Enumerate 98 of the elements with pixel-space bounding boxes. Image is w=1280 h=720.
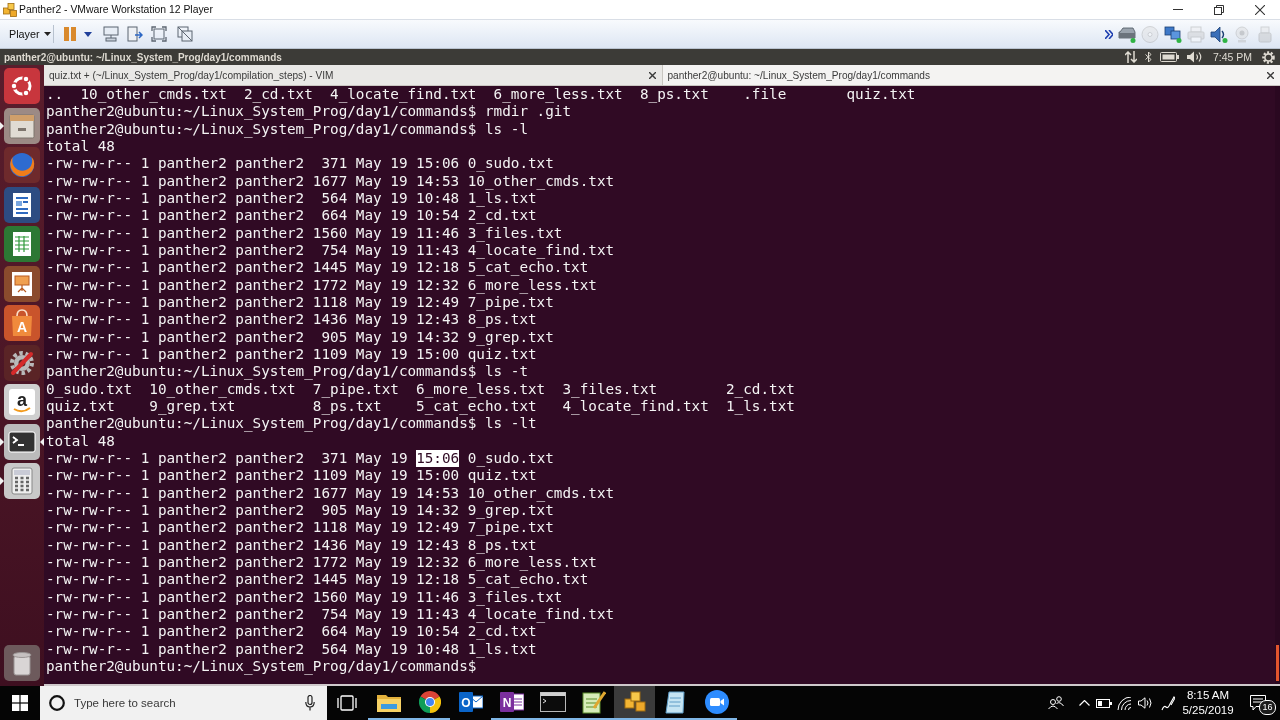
terminal-tab[interactable]: panther2@ubuntu: ~/Linux_System_Prog/day1/commands (661, 65, 1280, 85)
clock-time[interactable]: 8:15 AM (1186, 688, 1230, 703)
terminal-line: -rw-rw-r-- 1 panther2 panther2 905 May 19 14:32 9_grep.txt (46, 328, 554, 346)
tricolor-circle-icon[interactable] (418, 691, 441, 713)
terminal-line: -rw-rw-r-- 1 panther2 panther2 1560 May 19 11:46 3_files.txt (46, 588, 563, 606)
minimize-icon[interactable] (1172, 9, 1183, 10)
caret-icon[interactable] (84, 31, 92, 37)
drawer-icon[interactable] (4, 107, 40, 144)
people-icon[interactable] (1048, 696, 1064, 710)
speaker-icon[interactable] (1137, 697, 1153, 709)
terminal-line: -rw-rw-r-- 1 panther2 panther2 1445 May 19 12:18 5_cat_echo.txt (46, 571, 589, 589)
terminal-line: -rw-rw-r-- 1 panther2 panther2 664 May 19 10:54 2_cd.txt (46, 207, 537, 225)
speaker-icon[interactable] (1186, 51, 1203, 63)
terminal-line: -rw-rw-r-- 1 panther2 panther2 1677 May 19 14:53 10_other_cmds.txt (46, 484, 615, 502)
terminal-line: -rw-rw-r-- 1 panther2 panther2 1772 May 19 12:32 6_more_less.txt (46, 553, 597, 572)
windows-logo-icon[interactable] (12, 695, 28, 711)
terminal-line: -rw-rw-r-- 1 panther2 panther2 1109 May 19 15:00 quiz.txt (46, 467, 537, 485)
wifi-icon[interactable] (1116, 696, 1132, 710)
terminal-line: total 48 (46, 432, 115, 450)
bluetooth-icon[interactable] (1144, 51, 1152, 63)
terminal-line: -rw-rw-r-- 1 panther2 panther2 754 May 19 11:43 4_locate_find.txt (46, 241, 615, 260)
ring-dots-icon[interactable] (4, 68, 40, 104)
player-menu-button[interactable]: Player (4, 23, 50, 45)
presentation-icon[interactable] (4, 265, 40, 302)
console-window-icon[interactable] (539, 692, 566, 712)
taskbar-app-button[interactable]: O (450, 686, 491, 720)
terminal-line: -rw-rw-r-- 1 panther2 panther2 754 May 19 11:43 4_locate_find.txt (46, 605, 615, 624)
battery-icon[interactable] (1159, 52, 1179, 62)
overlap-squares-icon[interactable] (177, 26, 193, 42)
caret-icon (43, 32, 51, 36)
ring-icon (49, 695, 65, 711)
spreadsheet-icon[interactable] (4, 226, 40, 262)
monitor-arrow-icon[interactable] (103, 26, 119, 42)
notification-count-badge: 16 (1259, 700, 1276, 715)
terminal-line: panther2@ubuntu:~/Linux_System_Prog/day1/commands$ (46, 657, 477, 676)
taskbar-app-button[interactable]: N (491, 686, 532, 720)
terminal-line: panther2@ubuntu:~/Linux_System_Prog/day1/commands$ rmdir .git (46, 103, 572, 121)
terminal-line: -rw-rw-r-- 1 panther2 panther2 1560 May 19 11:46 3_files.txt (46, 224, 563, 242)
terminal-text: 0_sudo.txt (466, 449, 554, 468)
network-icon[interactable] (1164, 25, 1182, 43)
clock-date[interactable]: 5/25/2019 (1182, 703, 1234, 718)
document-arrow-icon[interactable] (127, 26, 143, 42)
terminal-line: -rw-rw-r-- 1 panther2 panther2 1436 May 19 12:43 8_ps.txt (46, 311, 537, 329)
gear-icon[interactable] (1262, 50, 1275, 64)
terminal-line: panther2@ubuntu:~/Linux_System_Prog/day1/commands$ ls -l (46, 120, 529, 138)
selected-text: 15:06 (416, 449, 460, 468)
terminal-line: total 48 (46, 138, 115, 156)
terminal-line: -rw-rw-r-- 1 panther2 panther2 564 May 19 10:48 1_ls.txt (46, 640, 537, 658)
up-down-arrows-icon[interactable] (1124, 51, 1137, 63)
document-icon[interactable] (4, 186, 40, 223)
terminal-line: -rw-rw-r-- 1 panther2 panther2 1436 May 19 12:43 8_ps.txt (46, 536, 537, 554)
terminal-line: -rw-rw-r-- 1 panther2 panther2 371 May 19 15:06 0_sudo.txt (46, 155, 554, 173)
trash-icon[interactable] (4, 645, 40, 681)
terminal-line: -rw-rw-r-- 1 panther2 panther2 1118 May 19 12:49 7_pipe.txt (46, 293, 554, 312)
terminal-line: -rw-rw-r-- 1 panther2 panther2 1109 May 19 15:00 quiz.txt (46, 345, 537, 364)
window-title: Panther2 - VMware Workstation 12 Player (19, 4, 213, 15)
panel-window-title: panther2@ubuntu: ~/Linux_System_Prog/day1/commands (4, 51, 282, 63)
folder-icon[interactable] (376, 692, 401, 712)
search-field[interactable]: Type here to search (40, 686, 327, 720)
notepad-icon[interactable] (664, 690, 687, 714)
chevron-up-icon[interactable] (1078, 700, 1090, 706)
cubes-icon[interactable] (623, 691, 646, 713)
task-view-icon[interactable] (337, 695, 357, 711)
globe-icon[interactable] (4, 147, 40, 183)
terminal-line: -rw-rw-r-- 1 panther2 panther2 1772 May 19 12:32 6_more_less.txt (46, 276, 597, 294)
terminal-line: -rw-rw-r-- 1 panther2 panther2 1677 May 19 14:53 10_other_cmds.txt (46, 172, 615, 190)
terminal-icon[interactable] (4, 423, 40, 460)
restore-icon[interactable] (1213, 4, 1224, 15)
terminal-line: -rw-rw-r-- 1 panther2 panther2 1445 May 19 12:18 5_cat_echo.txt (46, 259, 589, 277)
video-camera-icon[interactable] (704, 690, 729, 714)
cubes-icon (3, 2, 17, 17)
hard-disk-icon[interactable] (1118, 25, 1136, 43)
close-icon[interactable] (1267, 71, 1274, 79)
terminal-line: quiz.txt 9_grep.txt 8_ps.txt 5_cat_echo.txt 4_locate_find.txt 1_ls.txt (46, 397, 795, 416)
terminal-line: panther2@ubuntu:~/Linux_System_Prog/day1/commands$ ls -t (46, 363, 529, 381)
microphone-icon[interactable] (305, 695, 315, 711)
terminal-line: -rw-rw-r-- 1 panther2 panther2 564 May 19 10:48 1_ls.txt (46, 189, 537, 208)
speaker-icon[interactable] (1210, 25, 1228, 43)
terminal-line: -rw-rw-r-- 1 panther2 panther2 664 May 19 10:54 2_cd.txt (46, 623, 537, 641)
gear-wrench-icon[interactable] (4, 344, 40, 381)
terminal-line: -rw-rw-r-- 1 panther2 panther2 1118 May 19 12:49 7_pipe.txt (46, 519, 554, 537)
close-icon[interactable] (648, 71, 656, 79)
taskbar-app-button[interactable] (614, 686, 655, 720)
panel-clock[interactable]: 7:45 PM (1212, 51, 1252, 63)
terminal-text: -rw-rw-r-- 1 panther2 panther2 371 May 19 (46, 449, 409, 468)
notepad-pencil-icon[interactable] (581, 690, 606, 714)
terminal-line: .. 10_other_cmds.txt 2_cd.txt 4_locate_find.txt 6_more_less.txt 8_ps.txt .file quiz.txt (46, 86, 916, 104)
terminal-line: 0_sudo.txt 10_other_cmds.txt 7_pipe.txt 6_more_less.txt 3_files.txt 2_cd.txt (46, 380, 795, 398)
fullscreen-icon[interactable] (151, 26, 167, 42)
terminal-line: panther2@ubuntu:~/Linux_System_Prog/day1/commands$ ls -lt (46, 415, 537, 433)
calculator-icon[interactable] (4, 463, 40, 499)
close-icon[interactable] (1254, 4, 1265, 15)
pen-icon[interactable] (1161, 695, 1175, 711)
battery-icon[interactable] (1096, 698, 1112, 708)
smile-logo-icon[interactable]: a (4, 384, 40, 420)
scrollbar-thumb[interactable] (1276, 645, 1279, 681)
terminal-line: -rw-rw-r-- 1 panther2 panther2 905 May 19 14:32 9_grep.txt (46, 501, 554, 520)
double-chevron-icon[interactable] (1105, 29, 1113, 39)
